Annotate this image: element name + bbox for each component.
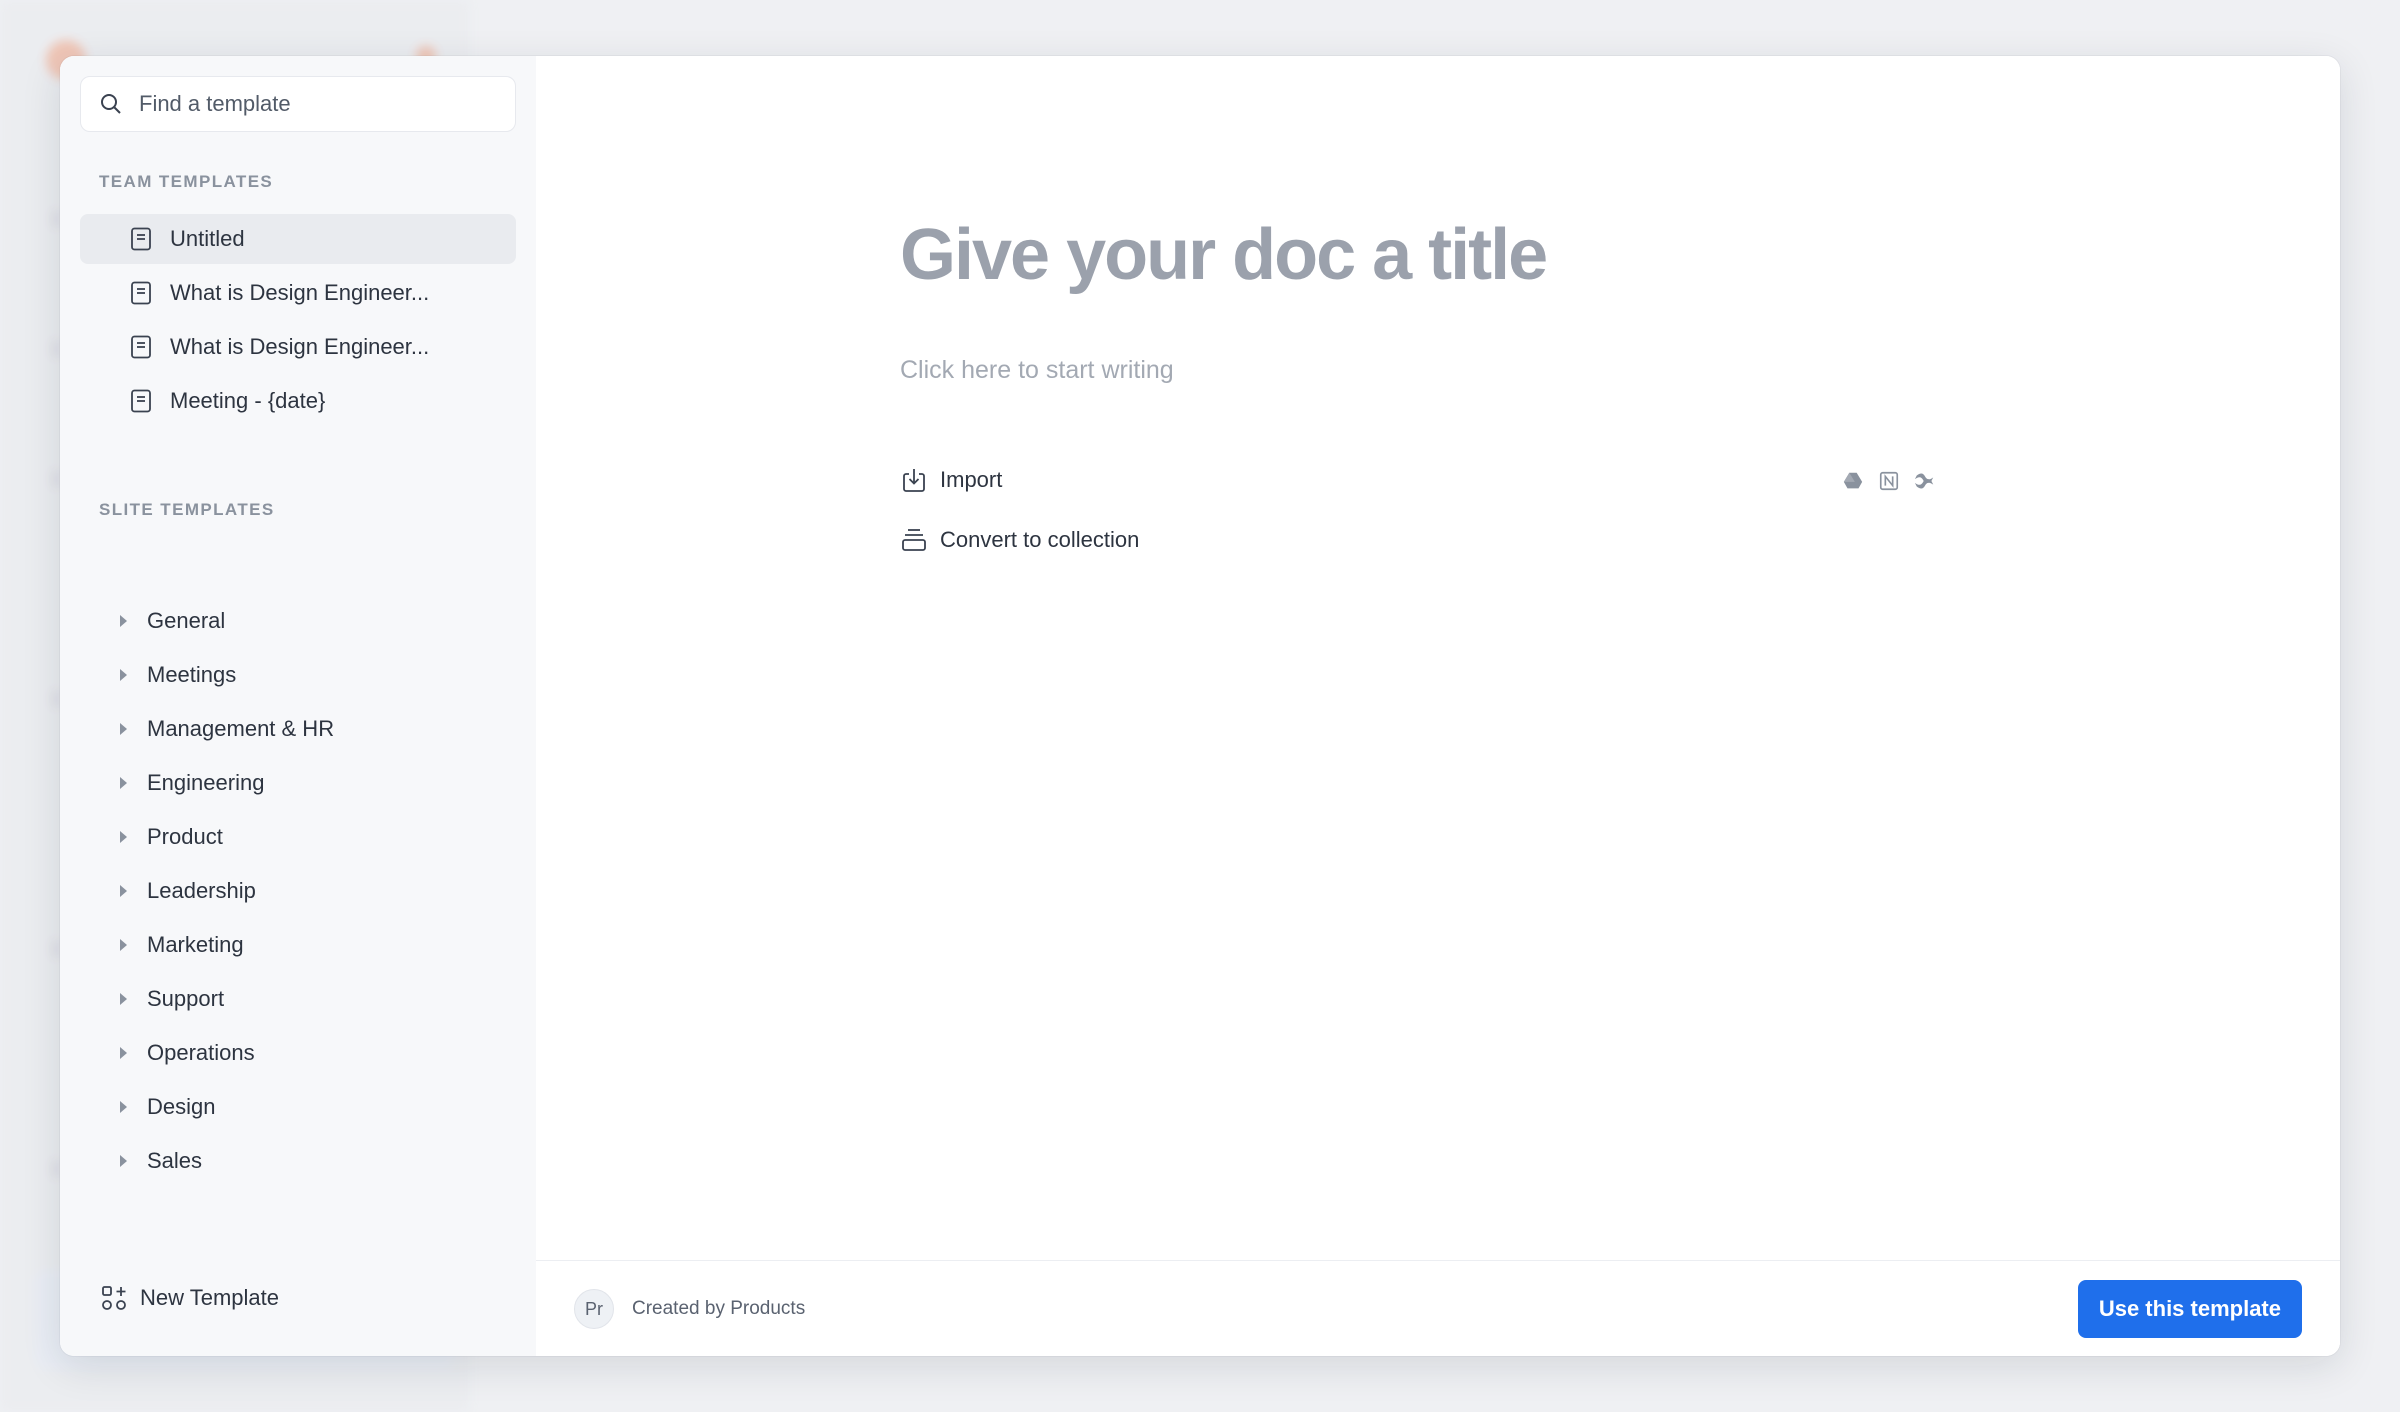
caret-right-icon: [120, 1155, 127, 1167]
category-label: Marketing: [147, 932, 244, 957]
team-template-design-engineer-1[interactable]: What is Design Engineer...: [80, 268, 516, 318]
template-search-input[interactable]: [139, 91, 499, 117]
convert-label: Convert to collection: [940, 527, 1140, 552]
add-template-icon: [102, 1286, 126, 1310]
template-picker-modal: TEAM TEMPLATES Untitled What is Design E…: [60, 56, 2340, 1356]
notion-icon[interactable]: [1876, 468, 1902, 494]
category-product[interactable]: Product: [100, 810, 500, 864]
category-label: Engineering: [147, 770, 265, 795]
team-templates-list: Untitled What is Design Engineer... What…: [80, 214, 516, 430]
template-preview: Give your doc a title Click here to star…: [536, 56, 2340, 1356]
template-sidebar: TEAM TEMPLATES Untitled What is Design E…: [60, 56, 536, 1356]
category-label: Leadership: [147, 878, 256, 903]
category-label: Design: [147, 1094, 216, 1119]
team-template-label: What is Design Engineer...: [170, 334, 430, 359]
category-label: Meetings: [147, 662, 237, 687]
document-icon: [131, 227, 151, 251]
caret-right-icon: [120, 1101, 127, 1113]
caret-right-icon: [120, 993, 127, 1005]
caret-right-icon: [120, 615, 127, 627]
document-icon: [131, 335, 151, 359]
category-label: Sales: [147, 1148, 203, 1173]
caret-right-icon: [120, 723, 127, 735]
document-icon: [131, 389, 151, 413]
author-avatar: Pr: [574, 1289, 614, 1329]
google-drive-icon[interactable]: [1840, 468, 1866, 494]
search-icon: [101, 94, 121, 114]
team-template-meeting[interactable]: Meeting - {date}: [80, 376, 516, 426]
use-template-button[interactable]: Use this template: [2077, 1280, 2302, 1338]
caret-right-icon: [120, 669, 127, 681]
team-template-untitled[interactable]: Untitled: [80, 214, 516, 264]
category-general[interactable]: General: [100, 594, 500, 648]
team-template-label: Untitled: [170, 226, 245, 251]
category-management-hr[interactable]: Management & HR: [100, 702, 500, 756]
template-search[interactable]: [80, 76, 516, 132]
category-leadership[interactable]: Leadership: [100, 864, 500, 918]
category-support[interactable]: Support: [100, 972, 500, 1026]
document-icon: [131, 281, 151, 305]
slite-templates-list: General Meetings Management & HR Enginee…: [100, 594, 500, 1188]
import-icon: [903, 469, 925, 492]
import-button[interactable]: Import: [900, 466, 1002, 494]
category-label: Management & HR: [147, 716, 335, 741]
import-label: Import: [940, 467, 1003, 492]
new-template-button[interactable]: New Template: [100, 1284, 279, 1312]
category-label: General: [147, 608, 226, 633]
team-templates-heading: TEAM TEMPLATES: [99, 172, 274, 191]
slite-templates-heading: SLITE TEMPLATES: [99, 500, 275, 519]
team-template-label: Meeting - {date}: [170, 388, 326, 413]
caret-right-icon: [120, 831, 127, 843]
caret-right-icon: [120, 777, 127, 789]
team-template-label: What is Design Engineer...: [170, 280, 430, 305]
category-engineering[interactable]: Engineering: [100, 756, 500, 810]
category-sales[interactable]: Sales: [100, 1134, 500, 1188]
new-template-label: New Template: [140, 1285, 279, 1310]
category-design[interactable]: Design: [100, 1080, 500, 1134]
confluence-icon[interactable]: [1912, 468, 1938, 494]
caret-right-icon: [120, 939, 127, 951]
collection-icon: [902, 529, 926, 551]
doc-body-placeholder[interactable]: Click here to start writing: [900, 356, 1174, 385]
category-marketing[interactable]: Marketing: [100, 918, 500, 972]
caret-right-icon: [120, 1047, 127, 1059]
convert-to-collection-button[interactable]: Convert to collection: [900, 526, 1139, 554]
created-by-text: Created by Products: [632, 1298, 806, 1319]
category-label: Operations: [147, 1040, 255, 1065]
team-template-design-engineer-2[interactable]: What is Design Engineer...: [80, 322, 516, 372]
category-operations[interactable]: Operations: [100, 1026, 500, 1080]
category-label: Product: [147, 824, 223, 849]
doc-title-placeholder[interactable]: Give your doc a title: [900, 214, 1548, 296]
import-sources: [1840, 468, 1938, 494]
category-label: Support: [147, 986, 225, 1011]
caret-right-icon: [120, 885, 127, 897]
category-meetings[interactable]: Meetings: [100, 648, 500, 702]
modal-footer: Pr Created by Products Use this template: [536, 1260, 2340, 1356]
